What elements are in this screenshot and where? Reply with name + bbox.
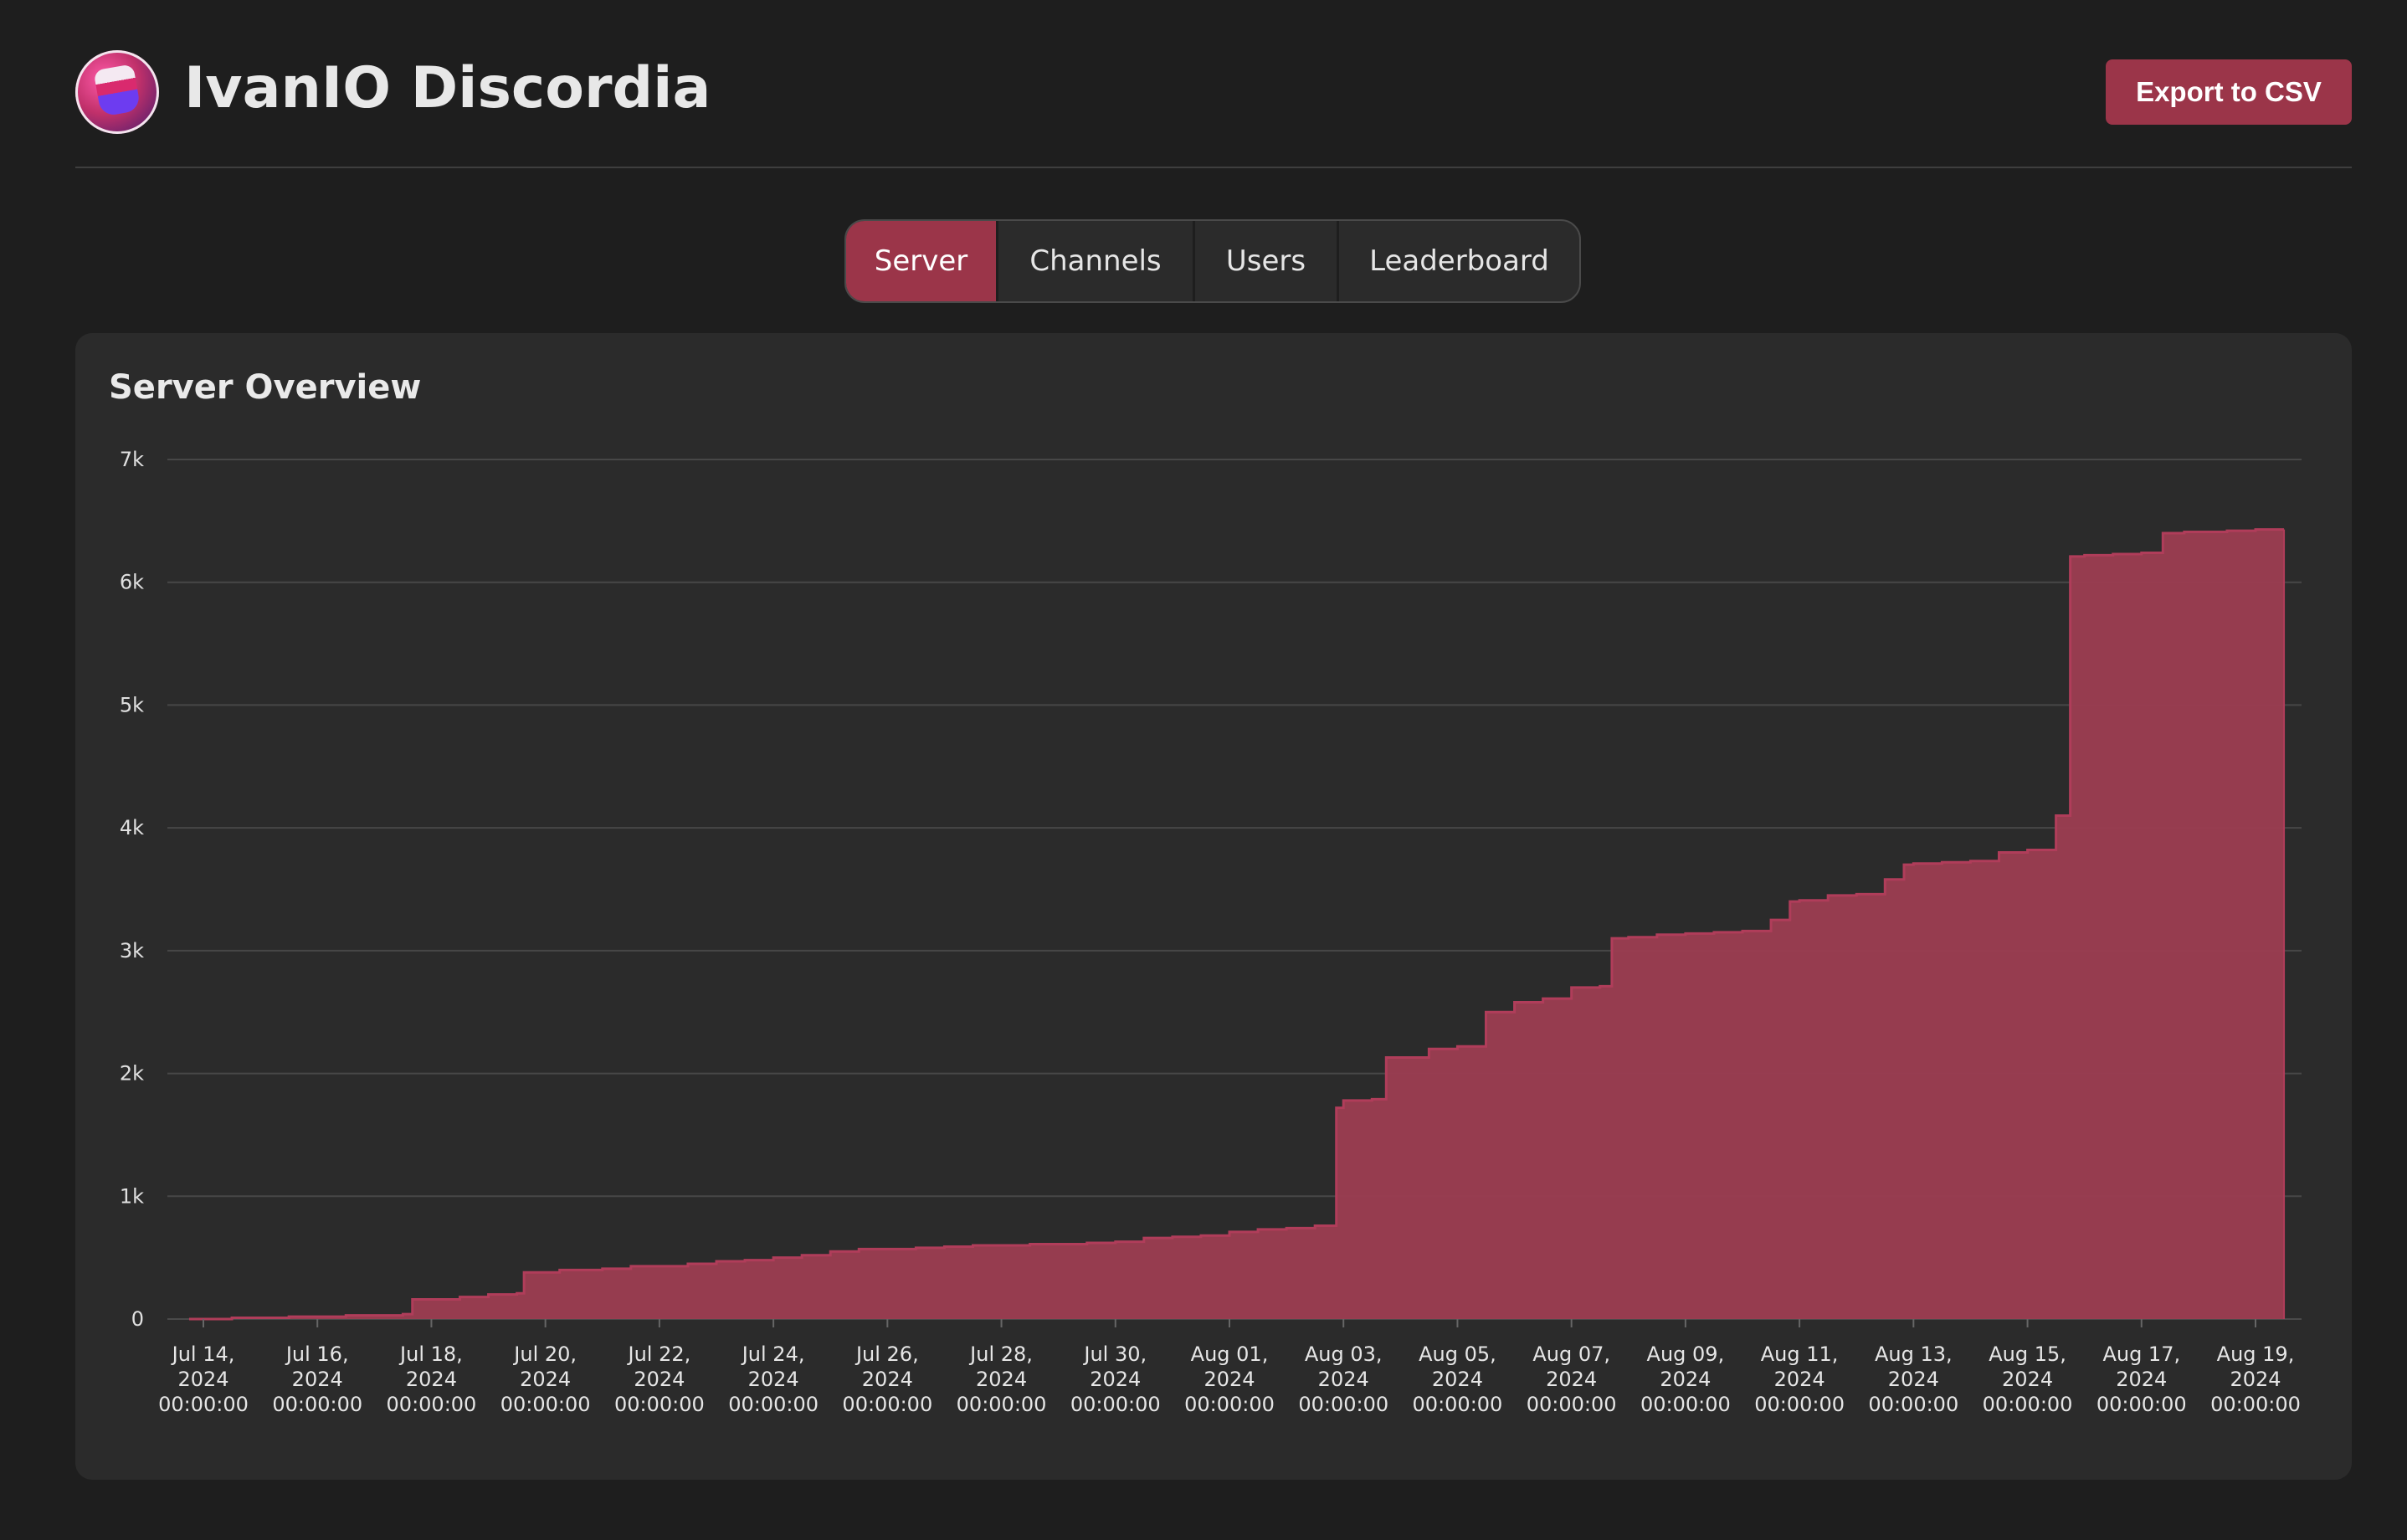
y-tick-label: 4k (120, 816, 144, 839)
x-tick-label: Jul 20, 2024 00:00:00 (500, 1342, 591, 1416)
x-tick-label: Aug 15, 2024 00:00:00 (1983, 1342, 2073, 1416)
x-tick-label-line: Jul 28, (968, 1342, 1033, 1366)
series-area (188, 529, 2285, 1319)
x-tick-label-line: 2024 (1660, 1368, 1711, 1391)
x-tick-label: Aug 17, 2024 00:00:00 (2097, 1342, 2187, 1416)
x-tick-label-line: Aug 09, (1647, 1342, 1725, 1366)
x-tick-label: Aug 03, 2024 00:00:00 (1298, 1342, 1388, 1416)
discordia-logo-icon (75, 50, 159, 134)
x-tick-label-line: 00:00:00 (1527, 1393, 1617, 1416)
x-tick-label-line: 00:00:00 (1413, 1393, 1503, 1416)
x-tick-label: Jul 18, 2024 00:00:00 (387, 1342, 477, 1416)
y-tick-label: 7k (120, 448, 144, 471)
x-tick-label-line: 2024 (1432, 1368, 1483, 1391)
x-tick-label-line: 00:00:00 (842, 1393, 932, 1416)
header: IvanIO Discordia Export to CSV (75, 47, 2352, 137)
x-tick-label: Jul 26, 2024 00:00:00 (842, 1342, 932, 1416)
x-tick-label-line: Jul 24, (741, 1342, 805, 1366)
x-tick-label-line: Jul 22, (627, 1342, 691, 1366)
x-tick-label: Jul 24, 2024 00:00:00 (728, 1342, 819, 1416)
x-tick-label: Jul 28, 2024 00:00:00 (957, 1342, 1047, 1416)
x-tick-label-line: 00:00:00 (1754, 1393, 1845, 1416)
x-tick-label: Aug 13, 2024 00:00:00 (1868, 1342, 1958, 1416)
x-tick-label-line: Aug 13, (1875, 1342, 1953, 1366)
x-tick-label-line: Aug 19, (2217, 1342, 2295, 1366)
x-tick-label-line: Aug 01, (1191, 1342, 1269, 1366)
x-tick-label-line: 00:00:00 (500, 1393, 591, 1416)
x-tick-label-line: 2024 (406, 1368, 457, 1391)
x-tick-label-line: 00:00:00 (1298, 1393, 1388, 1416)
x-tick-label-line: 00:00:00 (1868, 1393, 1958, 1416)
view-tabs: Server Channels Users Leaderboard (844, 219, 1581, 303)
server-overview-card: Server Overview 0 1k 2k 3k 4k 5k 6k 7k Jul 14, 20… (75, 333, 2352, 1480)
header-divider (75, 167, 2352, 168)
y-tick-label: 2k (120, 1062, 144, 1086)
x-tick-label-line: 2024 (292, 1368, 343, 1391)
app-title: IvanIO Discordia (184, 55, 711, 121)
y-tick-label: 0 (131, 1307, 144, 1331)
x-tick-label-line: 00:00:00 (1184, 1393, 1275, 1416)
x-tick-label-line: 2024 (1546, 1368, 1597, 1391)
x-tick-label-line: 2024 (862, 1368, 913, 1391)
x-tick-label-line: 00:00:00 (387, 1393, 477, 1416)
x-tick-label-line: 2024 (2230, 1368, 2281, 1391)
tab-users[interactable]: Users (1195, 221, 1339, 301)
x-tick-label-line: 2024 (1774, 1368, 1825, 1391)
x-tick-label-line: 00:00:00 (158, 1393, 249, 1416)
x-tick-label-line: Aug 17, (2102, 1342, 2180, 1366)
x-tick-label-line: 2024 (2002, 1368, 2053, 1391)
export-csv-button[interactable]: Export to CSV (2106, 59, 2352, 125)
x-tick-label: Aug 19, 2024 00:00:00 (2210, 1342, 2301, 1416)
x-tick-label-line: Jul 20, (512, 1342, 577, 1366)
x-tick-label: Jul 22, 2024 00:00:00 (614, 1342, 705, 1416)
x-tick-label: Aug 09, 2024 00:00:00 (1640, 1342, 1731, 1416)
y-tick-label: 3k (120, 939, 144, 963)
x-tick-label-line: 2024 (976, 1368, 1027, 1391)
x-tick-label-line: Aug 11, (1761, 1342, 1839, 1366)
x-tick-label-line: 2024 (1204, 1368, 1255, 1391)
y-tick-label: 5k (120, 693, 144, 716)
x-tick-label-line: 2024 (2116, 1368, 2167, 1391)
x-tick-label: Jul 30, 2024 00:00:00 (1070, 1342, 1161, 1416)
x-tick-label-line: Jul 30, (1082, 1342, 1147, 1366)
x-tick-label-line: Aug 03, (1305, 1342, 1383, 1366)
x-tick-label-line: 00:00:00 (272, 1393, 362, 1416)
x-tick-label-line: 2024 (1318, 1368, 1369, 1391)
x-tick-label: Jul 16, 2024 00:00:00 (272, 1342, 362, 1416)
y-tick-label: 1k (120, 1184, 144, 1208)
x-tick-label: Aug 05, 2024 00:00:00 (1413, 1342, 1503, 1416)
x-tick-label: Aug 07, 2024 00:00:00 (1527, 1342, 1617, 1416)
x-tick-label-line: Aug 07, (1532, 1342, 1610, 1366)
x-tick-label-line: 00:00:00 (957, 1393, 1047, 1416)
x-tick-label-line: 00:00:00 (2097, 1393, 2187, 1416)
tab-server[interactable]: Server (846, 221, 998, 301)
x-tick-label-line: 00:00:00 (728, 1393, 819, 1416)
x-tick-label-line: Jul 16, (285, 1342, 349, 1366)
x-tick-label-line: 2024 (1090, 1368, 1141, 1391)
x-tick-label-line: 00:00:00 (614, 1393, 705, 1416)
x-tick-label-line: 00:00:00 (1983, 1393, 2073, 1416)
y-tick-label: 6k (120, 571, 144, 594)
x-tick-label-line: Aug 15, (1989, 1342, 2066, 1366)
x-tick-label-line: Jul 26, (855, 1342, 919, 1366)
server-overview-chart: 01k2k3k4k5k6k7kJul 14, 2024 00:00:00Jul 16… (120, 448, 2302, 1416)
x-tick-label: Jul 14, 2024 00:00:00 (158, 1342, 249, 1416)
x-tick-label-line: Aug 05, (1419, 1342, 1496, 1366)
x-tick-label-line: 2024 (1888, 1368, 1939, 1391)
x-tick-label-line: Jul 18, (398, 1342, 463, 1366)
x-tick-label-line: 00:00:00 (1070, 1393, 1161, 1416)
x-tick-label-line: 2024 (634, 1368, 685, 1391)
logo-glyph (93, 64, 141, 117)
x-tick-label-line: 00:00:00 (2210, 1393, 2301, 1416)
tab-channels[interactable]: Channels (998, 221, 1195, 301)
tab-leaderboard[interactable]: Leaderboard (1339, 221, 1579, 301)
x-tick-label-line: Jul 14, (171, 1342, 235, 1366)
x-tick-label-line: 00:00:00 (1640, 1393, 1731, 1416)
x-tick-label: Aug 01, 2024 00:00:00 (1184, 1342, 1275, 1416)
x-tick-label-line: 2024 (520, 1368, 571, 1391)
x-tick-label-line: 2024 (748, 1368, 799, 1391)
x-tick-label-line: 2024 (177, 1368, 228, 1391)
x-tick-label: Aug 11, 2024 00:00:00 (1754, 1342, 1845, 1416)
